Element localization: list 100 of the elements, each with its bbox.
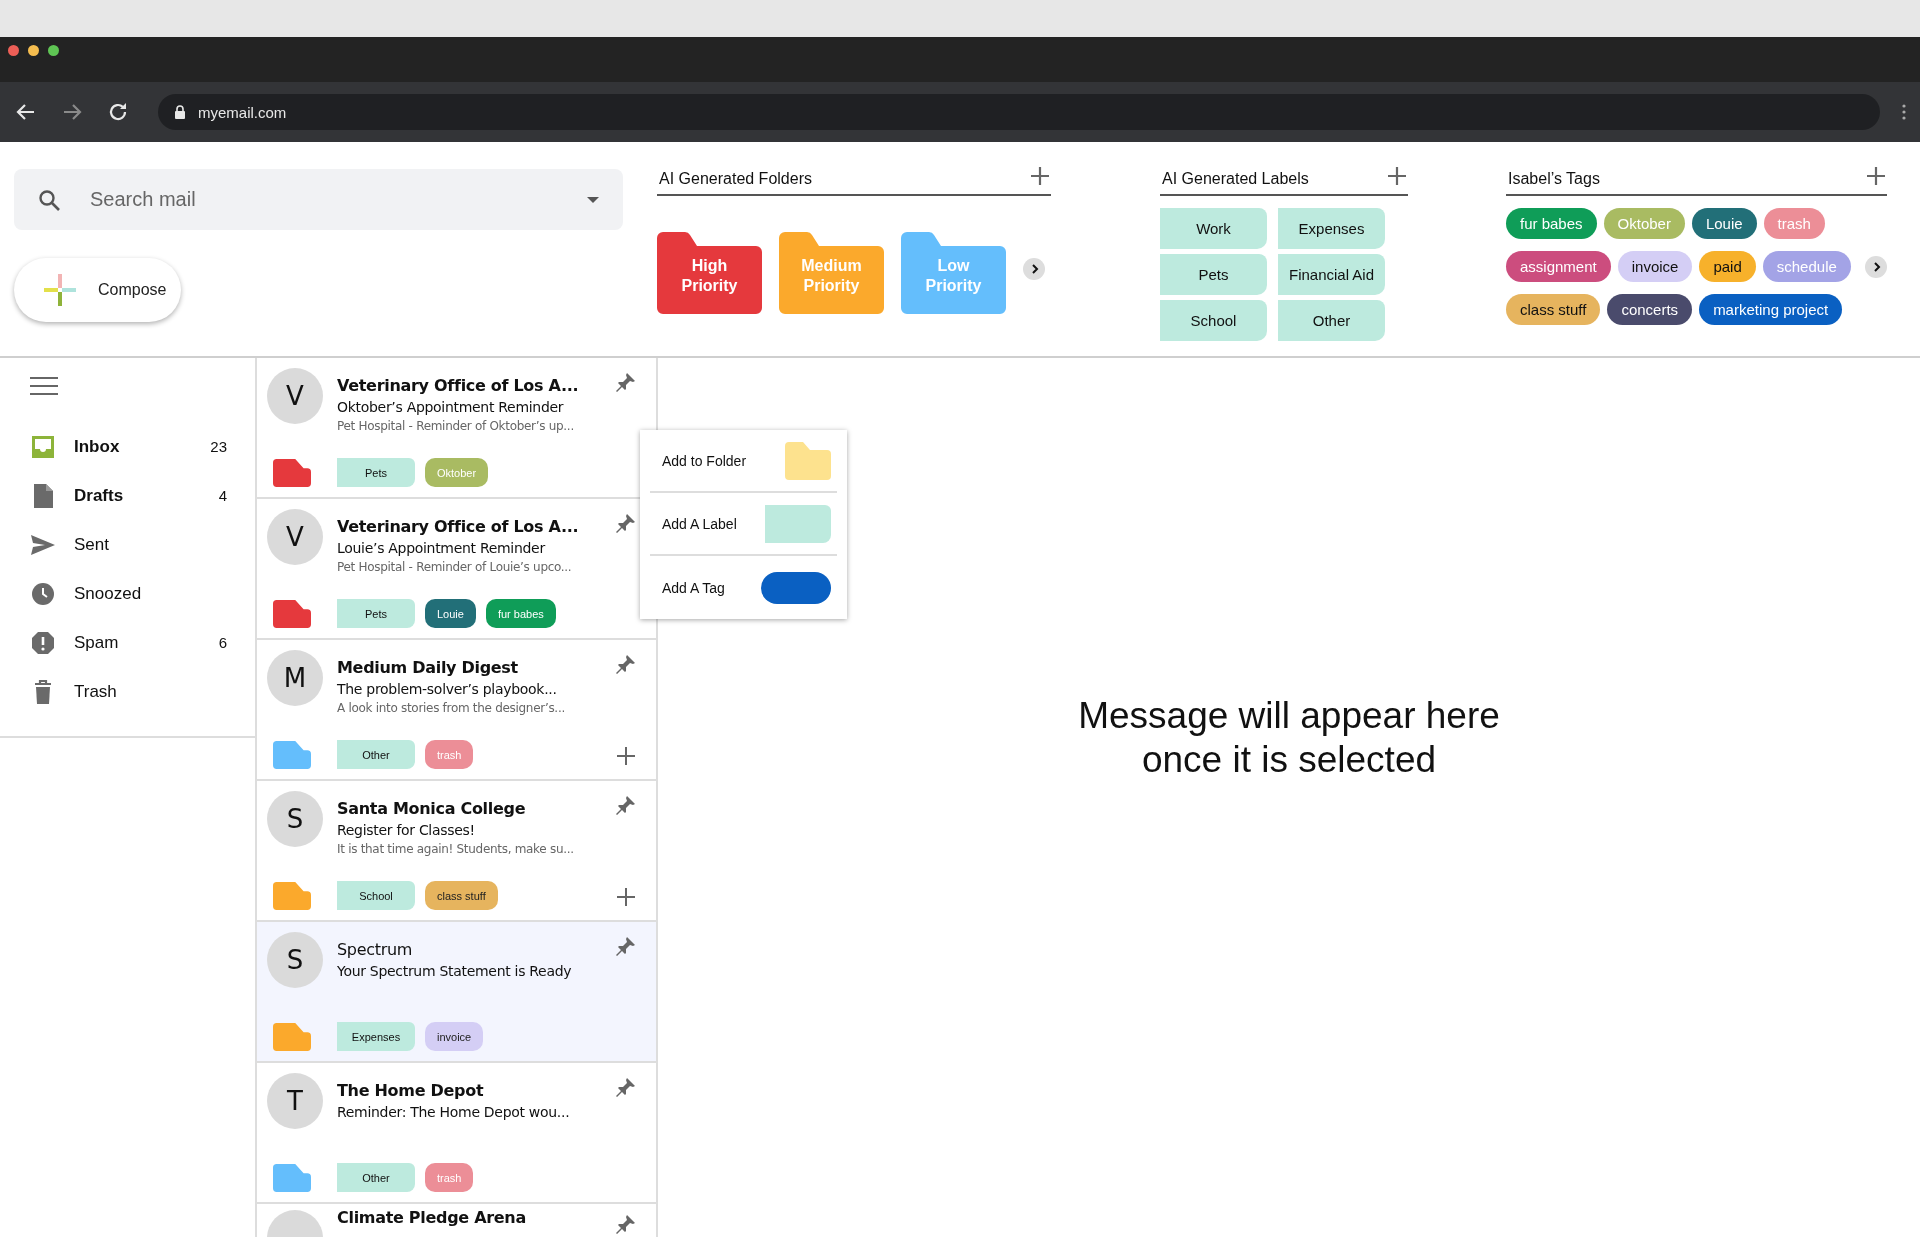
- tag-chip[interactable]: class stuff: [1506, 294, 1601, 325]
- email-sender: Veterinary Office of Los A...: [337, 376, 580, 395]
- tag-chip[interactable]: Louie: [425, 599, 476, 628]
- email-sender: The Home Depot: [337, 1081, 485, 1100]
- label-chip[interactable]: Other: [337, 1163, 415, 1192]
- empty-message: Message will appear here once it is selected: [1077, 694, 1501, 783]
- avatar: M: [267, 650, 323, 706]
- email-sender: Climate Pledge Arena: [337, 1208, 527, 1227]
- pin-icon[interactable]: [616, 1214, 636, 1234]
- label-chip[interactable]: Financial Aid: [1278, 254, 1385, 295]
- tag-chip[interactable]: marketing project: [1699, 294, 1843, 325]
- avatar: V: [267, 509, 323, 565]
- label-chip[interactable]: Other: [337, 740, 415, 769]
- sidebar-item[interactable]: Inbox 23: [0, 422, 255, 471]
- plus-icon: [1029, 165, 1051, 187]
- add-button[interactable]: [616, 746, 636, 766]
- search-input[interactable]: Search mail: [88, 187, 587, 212]
- label-chip[interactable]: Expenses: [1278, 208, 1385, 249]
- pin-icon[interactable]: [616, 936, 636, 956]
- sidebar-label: Drafts: [74, 485, 125, 506]
- pin-icon[interactable]: [616, 795, 636, 815]
- next-button[interactable]: [1023, 258, 1045, 280]
- tag-chip[interactable]: assignment: [1506, 251, 1611, 282]
- sidebar-item[interactable]: Snoozed: [0, 569, 255, 618]
- folder-icon: [785, 440, 831, 481]
- tag-chip[interactable]: invoice: [425, 1022, 484, 1051]
- email-item[interactable]: T The Home Depot Reminder: The Home Depot wou... Other trash: [257, 1063, 656, 1204]
- window-control-icon[interactable]: [48, 45, 59, 56]
- tag-chip[interactable]: paid: [1699, 251, 1756, 282]
- compose-button[interactable]: Compose: [14, 258, 181, 322]
- more-icon[interactable]: [1902, 104, 1906, 120]
- email-subject: Oktober’s Appointment Reminder: [337, 399, 565, 415]
- sidebar-label: Spam: [74, 632, 120, 653]
- label-chip[interactable]: Other: [1278, 300, 1385, 341]
- email-snippet: A look into stories from the designer’s...: [337, 701, 566, 715]
- email-subject: Your Spectrum Statement is Ready: [337, 963, 573, 979]
- sidebar-item[interactable]: Trash: [0, 667, 255, 716]
- pin-icon[interactable]: [616, 513, 636, 533]
- dropdown-icon[interactable]: [587, 196, 599, 203]
- email-snippet: It is that time again! Students, make su...: [337, 842, 575, 856]
- email-sender: Santa Monica College: [337, 799, 527, 818]
- pin-icon[interactable]: [616, 372, 636, 392]
- avatar: V: [267, 368, 323, 424]
- tag-chip[interactable]: concerts: [1607, 294, 1693, 325]
- add-button[interactable]: [1865, 165, 1887, 187]
- add-button[interactable]: [1029, 165, 1051, 187]
- window-control-icon[interactable]: [8, 45, 19, 56]
- section-title: AI Generated Labels: [1162, 170, 1309, 188]
- tag-icon: [761, 571, 831, 604]
- menu-item[interactable]: Add A Label: [650, 493, 837, 556]
- address-bar[interactable]: myemail.com: [158, 94, 1880, 130]
- sidebar-item[interactable]: Sent: [0, 520, 255, 569]
- plus-icon: [616, 887, 636, 907]
- label-chip[interactable]: School: [1160, 300, 1267, 341]
- tag-chip[interactable]: fur babes: [485, 599, 556, 628]
- search-icon[interactable]: [38, 188, 60, 211]
- unread-count: 23: [210, 438, 227, 455]
- label-chip[interactable]: Pets: [1160, 254, 1267, 295]
- sidebar-label: Trash: [74, 681, 118, 702]
- email-item[interactable]: S Santa Monica College Register for Classes! It is that time again! Students, make su... School class stuff: [257, 781, 656, 922]
- label-chip[interactable]: Work: [1160, 208, 1267, 249]
- email-subject: Louie’s Appointment Reminder: [337, 540, 547, 556]
- pin-icon[interactable]: [616, 654, 636, 674]
- unread-count: 6: [218, 634, 227, 651]
- window-control-icon[interactable]: [28, 45, 39, 56]
- sidebar-label: Inbox: [74, 436, 121, 457]
- search-field[interactable]: Search mail: [14, 169, 623, 230]
- label-chip[interactable]: Pets: [337, 599, 415, 628]
- sidebar-item[interactable]: Spam 6: [0, 618, 255, 667]
- label-chip[interactable]: School: [337, 881, 415, 910]
- email-item[interactable]: M Medium Daily Digest The problem-solver’s playbook... A look into stories from the designer’s... Other trash: [257, 640, 656, 781]
- tag-chip[interactable]: invoice: [1617, 251, 1693, 282]
- label-chip[interactable]: Expenses: [337, 1022, 415, 1051]
- email-sender: Medium Daily Digest: [337, 658, 519, 677]
- sidebar-label: Snoozed: [74, 583, 143, 604]
- email-sender: Veterinary Office of Los A...: [337, 517, 580, 536]
- email-item[interactable]: S Spectrum Your Spectrum Statement is Ready Expenses invoice: [257, 922, 656, 1063]
- plus-icon: [1386, 165, 1408, 187]
- email-item[interactable]: Climate Pledge Arena: [257, 1204, 656, 1237]
- plus-icon: [44, 274, 76, 306]
- email-subject: Register for Classes!: [337, 822, 476, 838]
- tag-chip[interactable]: Louie: [1691, 208, 1757, 239]
- pin-icon[interactable]: [616, 1077, 636, 1097]
- avatar: T: [267, 1073, 323, 1129]
- menu-icon[interactable]: [30, 376, 58, 396]
- label-icon: [765, 504, 831, 543]
- menu-item[interactable]: Add to Folder: [650, 430, 837, 493]
- avatar: S: [267, 791, 323, 847]
- section-title: AI Generated Folders: [659, 170, 812, 188]
- add-button[interactable]: [1386, 165, 1408, 187]
- email-subject: Reminder: The Home Depot wou...: [337, 1104, 571, 1120]
- tag-chip[interactable]: class stuff: [425, 881, 498, 910]
- email-snippet: Pet Hospital - Reminder of Louie’s upco...: [337, 560, 573, 574]
- tag-chip[interactable]: fur babes: [1506, 208, 1597, 239]
- plus-icon: [1865, 165, 1887, 187]
- unread-count: 4: [218, 487, 227, 504]
- label-chip[interactable]: Pets: [337, 458, 415, 487]
- next-button[interactable]: [1865, 255, 1887, 278]
- sidebar-item[interactable]: Drafts 4: [0, 471, 255, 520]
- add-button[interactable]: [616, 887, 636, 907]
